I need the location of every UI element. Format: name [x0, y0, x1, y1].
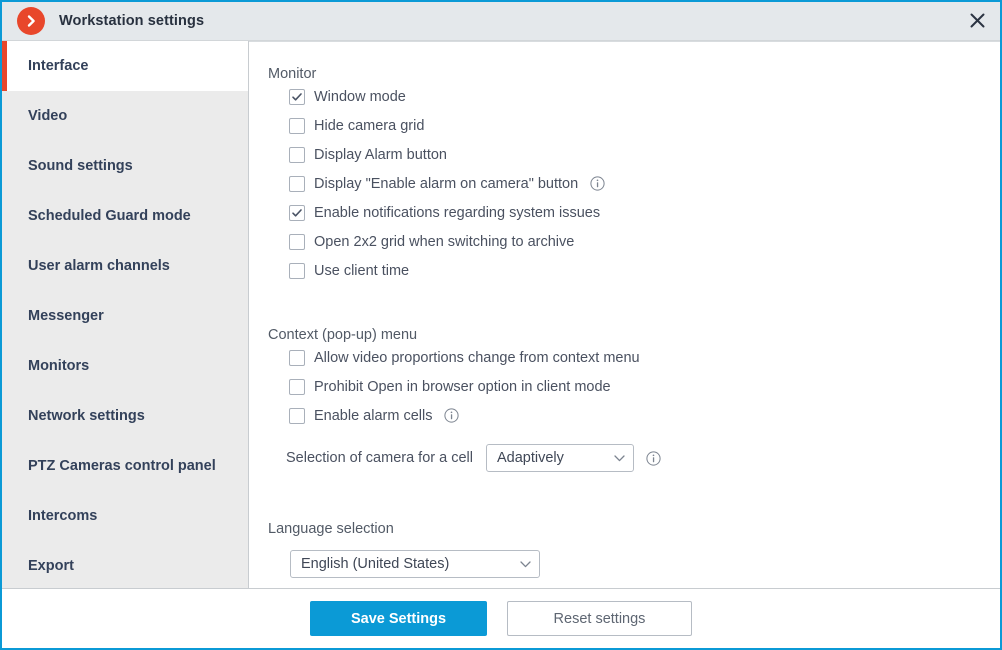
info-icon[interactable] — [590, 176, 605, 191]
sidebar-item-label: User alarm channels — [28, 258, 170, 274]
checkbox-label: Use client time — [314, 262, 410, 279]
checkbox-row-display-enable-alarm-on-camera-button[interactable]: Display "Enable alarm on camera" button — [289, 169, 1000, 198]
sidebar-item-messenger[interactable]: Messenger — [2, 291, 248, 341]
sidebar: Interface Video Sound settings Scheduled… — [2, 41, 249, 588]
checkbox-row-display-alarm-button[interactable]: Display Alarm button — [289, 140, 1000, 169]
checkbox-hide-camera-grid[interactable] — [289, 117, 305, 134]
close-icon[interactable] — [954, 2, 1000, 39]
sidebar-item-label: Export — [28, 558, 74, 574]
sidebar-item-label: Monitors — [28, 358, 90, 374]
monitor-section: Monitor Window mode Hide camera grid Dis… — [249, 66, 1000, 285]
monitor-section-title: Monitor — [268, 66, 317, 82]
sidebar-item-label: Scheduled Guard mode — [28, 208, 191, 224]
camera-selection-dropdown[interactable]: Adaptively — [485, 444, 634, 472]
sidebar-item-user-alarm-channels[interactable]: User alarm channels — [2, 241, 248, 291]
checkbox-open-2x2-grid-archive[interactable] — [289, 233, 305, 250]
page-title: Workstation settings — [59, 13, 205, 29]
info-icon[interactable] — [646, 450, 661, 466]
checkbox-use-client-time[interactable] — [289, 262, 305, 279]
checkbox-label: Enable notifications regarding system is… — [314, 204, 601, 221]
camera-selection-value: Adaptively — [496, 450, 564, 466]
sidebar-item-scheduled-guard-mode[interactable]: Scheduled Guard mode — [2, 191, 248, 241]
dialog-footer: Save Settings Reset settings — [2, 588, 1000, 648]
sidebar-item-sound-settings[interactable]: Sound settings — [2, 141, 248, 191]
sidebar-item-monitors[interactable]: Monitors — [2, 341, 248, 391]
checkbox-prohibit-open-in-browser[interactable] — [289, 378, 305, 395]
checkbox-label: Window mode — [314, 88, 406, 105]
checkbox-row-window-mode[interactable]: Window mode — [289, 82, 1000, 111]
chevron-down-icon — [520, 560, 531, 568]
info-icon[interactable] — [444, 408, 460, 423]
checkbox-label: Allow video proportions change from cont… — [314, 349, 640, 366]
checkbox-allow-video-proportions-change[interactable] — [289, 349, 305, 366]
sidebar-item-label: Intercoms — [28, 508, 98, 524]
camera-selection-label: Selection of camera for a cell — [286, 450, 473, 466]
checkbox-row-use-client-time[interactable]: Use client time — [289, 256, 1000, 285]
workstation-settings-dialog: Workstation settings Interface Video Sou… — [0, 0, 1002, 650]
save-settings-button[interactable]: Save Settings — [310, 601, 487, 636]
checkbox-window-mode[interactable] — [289, 88, 305, 105]
camera-selection-row: Selection of camera for a cell Adaptivel… — [286, 444, 1000, 472]
sidebar-item-ptz-cameras-control-panel[interactable]: PTZ Cameras control panel — [2, 441, 248, 491]
checkbox-row-enable-alarm-cells[interactable]: Enable alarm cells — [289, 401, 1000, 430]
sidebar-item-label: Sound settings — [28, 158, 133, 174]
sidebar-item-label: PTZ Cameras control panel — [28, 458, 216, 474]
checkbox-row-prohibit-open-in-browser[interactable]: Prohibit Open in browser option in clien… — [289, 372, 1000, 401]
language-section-title: Language selection — [268, 521, 394, 537]
chevron-right-circle-icon — [17, 7, 45, 35]
checkbox-label: Open 2x2 grid when switching to archive — [314, 233, 575, 250]
title-bar: Workstation settings — [2, 2, 1000, 41]
settings-content: Monitor Window mode Hide camera grid Dis… — [249, 41, 1000, 588]
sidebar-item-network-settings[interactable]: Network settings — [2, 391, 248, 441]
checkbox-row-open-2x2-grid-archive[interactable]: Open 2x2 grid when switching to archive — [289, 227, 1000, 256]
checkbox-row-enable-notifications-system-issues[interactable]: Enable notifications regarding system is… — [289, 198, 1000, 227]
reset-settings-button[interactable]: Reset settings — [507, 601, 692, 636]
sidebar-item-label: Messenger — [28, 308, 104, 324]
checkbox-label: Enable alarm cells — [314, 407, 433, 424]
checkbox-display-enable-alarm-on-camera-button[interactable] — [289, 175, 305, 192]
language-dropdown[interactable]: English (United States) — [290, 550, 540, 578]
checkbox-display-alarm-button[interactable] — [289, 146, 305, 163]
sidebar-item-intercoms[interactable]: Intercoms — [2, 491, 248, 541]
checkbox-label: Display Alarm button — [314, 146, 447, 163]
sidebar-item-export[interactable]: Export — [2, 541, 248, 591]
language-value: English (United States) — [301, 556, 450, 572]
sidebar-item-label: Video — [28, 108, 68, 124]
context-menu-section: Context (pop-up) menu Allow video propor… — [249, 327, 1000, 472]
context-menu-section-title: Context (pop-up) menu — [268, 327, 418, 343]
checkbox-enable-notifications-system-issues[interactable] — [289, 204, 305, 221]
checkbox-label: Hide camera grid — [314, 117, 425, 134]
checkbox-row-allow-video-proportions-change[interactable]: Allow video proportions change from cont… — [289, 343, 1000, 372]
dialog-body: Interface Video Sound settings Scheduled… — [2, 41, 1000, 588]
sidebar-item-label: Network settings — [28, 408, 145, 424]
language-section: Language selection English (United State… — [249, 521, 1000, 578]
checkbox-enable-alarm-cells[interactable] — [289, 407, 305, 424]
checkbox-row-hide-camera-grid[interactable]: Hide camera grid — [289, 111, 1000, 140]
checkbox-label: Display "Enable alarm on camera" button — [314, 175, 579, 192]
sidebar-item-interface[interactable]: Interface — [2, 41, 248, 91]
sidebar-item-video[interactable]: Video — [2, 91, 248, 141]
checkbox-label: Prohibit Open in browser option in clien… — [314, 378, 611, 395]
chevron-down-icon — [614, 454, 625, 462]
sidebar-item-label: Interface — [28, 58, 89, 74]
